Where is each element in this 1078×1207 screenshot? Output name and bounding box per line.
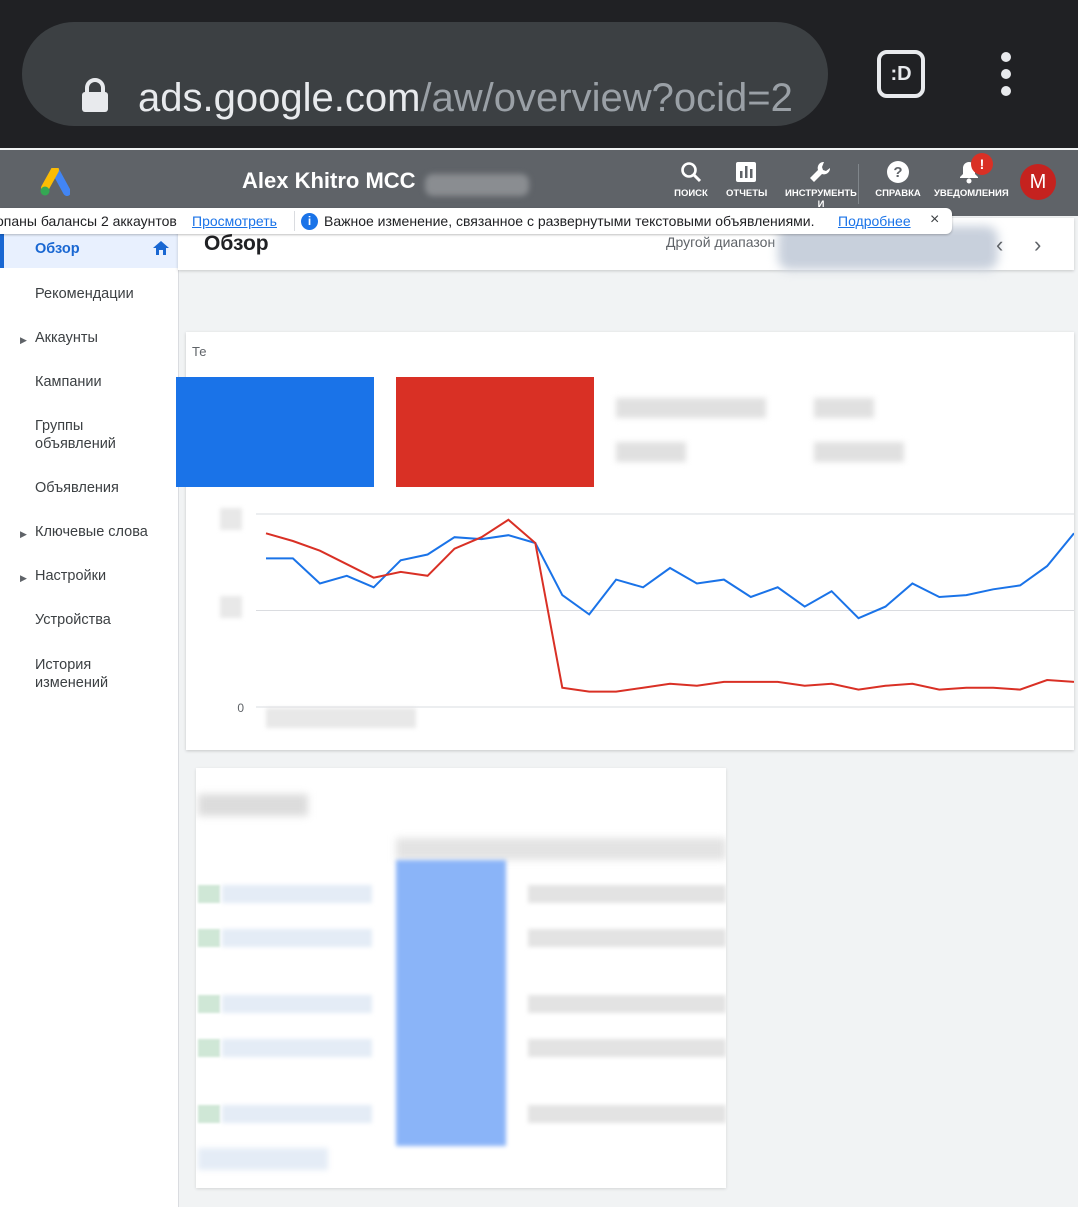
expand-arrow-icon[interactable]: ▶	[20, 525, 27, 543]
sidebar-item-label: Кампании	[35, 374, 102, 390]
url-path: /aw/overview?ocid=2	[420, 76, 793, 120]
table-row[interactable]	[196, 926, 726, 948]
sidebar-item-change-history[interactable]: История изменений	[0, 656, 178, 692]
metric-card-red[interactable]	[396, 377, 594, 487]
help-button[interactable]: ? СПРАВКА	[874, 160, 922, 199]
wrench-icon	[810, 161, 831, 182]
important-change-text: Важное изменение, связанное с развернуты…	[324, 213, 815, 229]
sidebar-item-overview[interactable]: Обзор	[0, 232, 178, 268]
sidebar-item-label: История изменений	[35, 657, 109, 691]
account-name[interactable]: Alex Khitro MCC	[242, 168, 416, 194]
sidebar-item-ad-groups[interactable]: Группы объявлений	[0, 417, 178, 453]
table-footer-blurred	[198, 1148, 328, 1170]
row-name-blurred	[222, 995, 372, 1013]
metric-card-4-value-blurred	[814, 442, 904, 462]
row-status-blurred	[198, 1039, 220, 1057]
chevron-left-icon[interactable]: ‹	[996, 232, 1003, 258]
row-status-blurred	[198, 929, 220, 947]
table-title-blurred	[198, 794, 308, 816]
row-values-blurred	[528, 885, 726, 903]
row-name-blurred	[222, 1039, 372, 1057]
sidebar-item-label: Устройства	[35, 612, 111, 628]
url-host: ads.google.com	[138, 76, 421, 120]
row-name-blurred	[222, 885, 372, 903]
search-icon	[681, 162, 702, 183]
avatar[interactable]: M	[1020, 164, 1056, 200]
row-values-blurred	[528, 1039, 726, 1057]
notification-banner: опаны балансы 2 аккаунтов Просмотреть i …	[0, 208, 952, 234]
sidebar-item-label: Рекомендации	[35, 286, 134, 302]
notification-badge: !	[971, 153, 993, 175]
row-name-blurred	[222, 1105, 372, 1123]
table-header-blurred	[396, 838, 726, 860]
address-bar[interactable]: ads.google.com/aw/overview?ocid=2	[22, 22, 828, 126]
table-row[interactable]	[196, 1036, 726, 1058]
table-row[interactable]	[196, 882, 726, 904]
tools-button[interactable]: ИНСТРУМЕНТЫ И	[785, 160, 857, 210]
sidebar-item-label: Обзор	[35, 241, 80, 257]
metric-card-blue[interactable]	[176, 377, 374, 487]
help-icon: ?	[887, 161, 909, 183]
y-axis-tick-zero: 0	[237, 701, 244, 715]
table-row[interactable]	[196, 1102, 726, 1124]
info-icon: i	[301, 213, 318, 230]
google-ads-logo	[40, 168, 70, 196]
sidebar-item-label: Объявления	[35, 480, 119, 496]
browser-toolbar: ads.google.com/aw/overview?ocid=2 :D	[0, 0, 1078, 148]
metric-card-3-value-blurred	[616, 442, 686, 462]
kebab-menu-icon[interactable]	[996, 50, 1016, 98]
expand-arrow-icon[interactable]: ▶	[20, 569, 27, 587]
search-label: ПОИСК	[674, 188, 708, 199]
metric-card-4-blurred[interactable]	[814, 398, 874, 418]
extension-icon[interactable]: :D	[877, 50, 925, 98]
close-icon[interactable]: ×	[930, 211, 939, 229]
row-values-blurred	[528, 995, 726, 1013]
table-row[interactable]	[196, 992, 726, 1014]
row-values-blurred	[528, 929, 726, 947]
url-text: ads.google.com/aw/overview?ocid=2	[138, 72, 830, 124]
line-chart: 0	[237, 513, 1074, 715]
expand-arrow-icon[interactable]: ▶	[20, 331, 27, 349]
notifications-label: УВЕДОМЛЕНИЯ	[934, 188, 1009, 199]
row-status-blurred	[198, 885, 220, 903]
home-icon	[153, 241, 169, 255]
series-line-1	[265, 518, 1074, 693]
row-values-blurred	[528, 1105, 726, 1123]
sidebar-item-label: Группы объявлений	[35, 418, 116, 452]
reports-icon	[736, 162, 756, 182]
account-id-blurred	[425, 174, 529, 196]
sidebar-item-label: Настройки	[35, 568, 107, 584]
help-label: СПРАВКА	[875, 188, 921, 199]
row-name-blurred	[222, 929, 372, 947]
notice-divider	[294, 211, 295, 231]
gridlines	[256, 513, 1074, 708]
chevron-right-icon[interactable]: ›	[1034, 232, 1041, 258]
row-status-blurred	[198, 995, 220, 1013]
page-title: Обзор	[204, 232, 269, 255]
learn-more-link[interactable]: Подробнее	[838, 213, 911, 229]
header-divider	[858, 164, 859, 204]
performance-chart-card: Те 0	[176, 332, 1074, 750]
sidebar-item-label: Аккаунты	[35, 330, 98, 346]
series-layer	[265, 518, 1074, 693]
search-button[interactable]: ПОИСК	[672, 160, 710, 199]
view-link[interactable]: Просмотреть	[192, 213, 277, 229]
svg-text:?: ?	[893, 164, 902, 181]
lock-icon	[82, 78, 108, 112]
date-range-label[interactable]: Другой диапазон	[666, 234, 775, 250]
balance-notice-text: опаны балансы 2 аккаунтов	[0, 213, 177, 229]
row-status-blurred	[198, 1105, 220, 1123]
reports-label: ОТЧЕТЫ	[726, 188, 768, 199]
metric-card-3-blurred[interactable]	[616, 398, 766, 418]
table-card	[196, 768, 726, 1188]
chart-card-title: Те	[192, 344, 207, 359]
notifications-button[interactable]: УВЕДОМЛЕНИЯ	[934, 160, 1009, 199]
tools-label: ИНСТРУМЕНТЫ И	[785, 188, 857, 210]
reports-button[interactable]: ОТЧЕТЫ	[726, 160, 768, 199]
sidebar-item-label: Ключевые слова	[35, 524, 148, 540]
